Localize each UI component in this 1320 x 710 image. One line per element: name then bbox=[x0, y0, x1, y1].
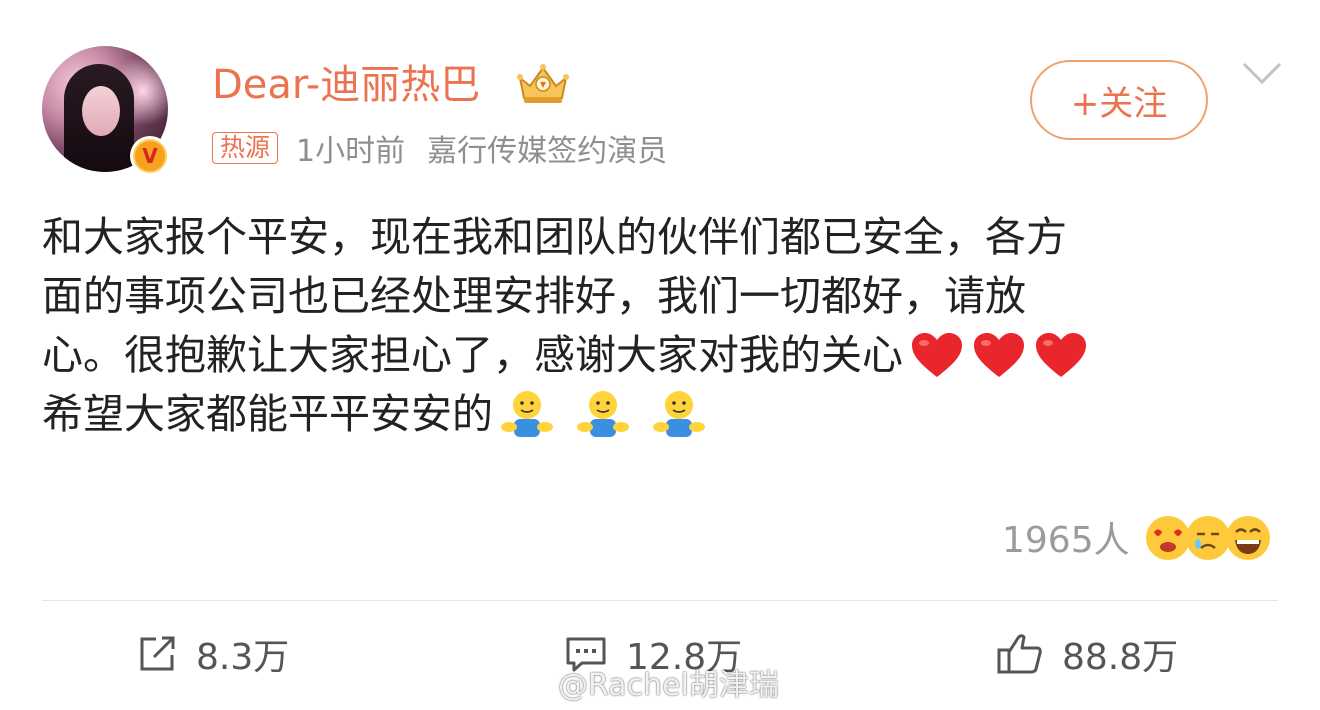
reaction-summary[interactable]: 1965人 bbox=[1002, 512, 1272, 562]
post-line: 希望大家都能平平安安的 bbox=[42, 390, 493, 438]
weibo-logo-icon bbox=[509, 668, 549, 699]
username[interactable]: Dear-迪丽热巴 bbox=[212, 60, 480, 110]
reaction-faces bbox=[1144, 512, 1272, 562]
hot-source-tag[interactable]: 热源 bbox=[212, 132, 279, 164]
repost-count: 8.3万 bbox=[196, 637, 290, 678]
heart-icon bbox=[974, 332, 1024, 377]
post-line: 心。很抱歉让大家担心了，感谢大家对我的关心 bbox=[42, 331, 903, 379]
heart-icon bbox=[912, 332, 962, 377]
divider bbox=[42, 600, 1278, 601]
chevron-down-icon[interactable] bbox=[1240, 58, 1284, 88]
follow-button[interactable]: +关注 bbox=[1030, 60, 1208, 140]
post-text: 和大家报个平安，现在我和团队的伙伴们都已安全，各方 面的事项公司也已经处理安排好… bbox=[42, 208, 1282, 444]
post-meta: 热源 1小时前 嘉行传媒签约演员 bbox=[212, 130, 667, 169]
post-line: 和大家报个平安，现在我和团队的伙伴们都已安全，各方 bbox=[42, 213, 1067, 261]
repost-button[interactable]: 8.3万 bbox=[136, 626, 289, 682]
like-button[interactable]: 88.8万 bbox=[996, 626, 1178, 682]
repost-icon bbox=[140, 636, 175, 671]
like-count: 88.8万 bbox=[1062, 637, 1179, 678]
user-description: 嘉行传媒签约演员 bbox=[427, 134, 668, 169]
crown-icon bbox=[517, 64, 569, 103]
watermark-text: @Rachel胡津瑞 bbox=[558, 668, 779, 703]
laugh-face-icon bbox=[1225, 516, 1270, 560]
watermark: @Rachel胡津瑞 bbox=[508, 660, 779, 704]
post-line: 面的事项公司也已经处理安排好，我们一切都好，请放 bbox=[42, 272, 1026, 320]
reaction-count: 1965人 bbox=[1002, 520, 1130, 561]
hug-icon bbox=[501, 390, 553, 437]
heart-icon bbox=[1036, 332, 1086, 377]
post-time: 1小时前 bbox=[296, 134, 406, 169]
hug-icon bbox=[653, 390, 705, 437]
hug-icon bbox=[577, 390, 629, 437]
verified-badge-icon: V bbox=[130, 136, 170, 176]
thumbs-up-icon bbox=[997, 634, 1042, 674]
